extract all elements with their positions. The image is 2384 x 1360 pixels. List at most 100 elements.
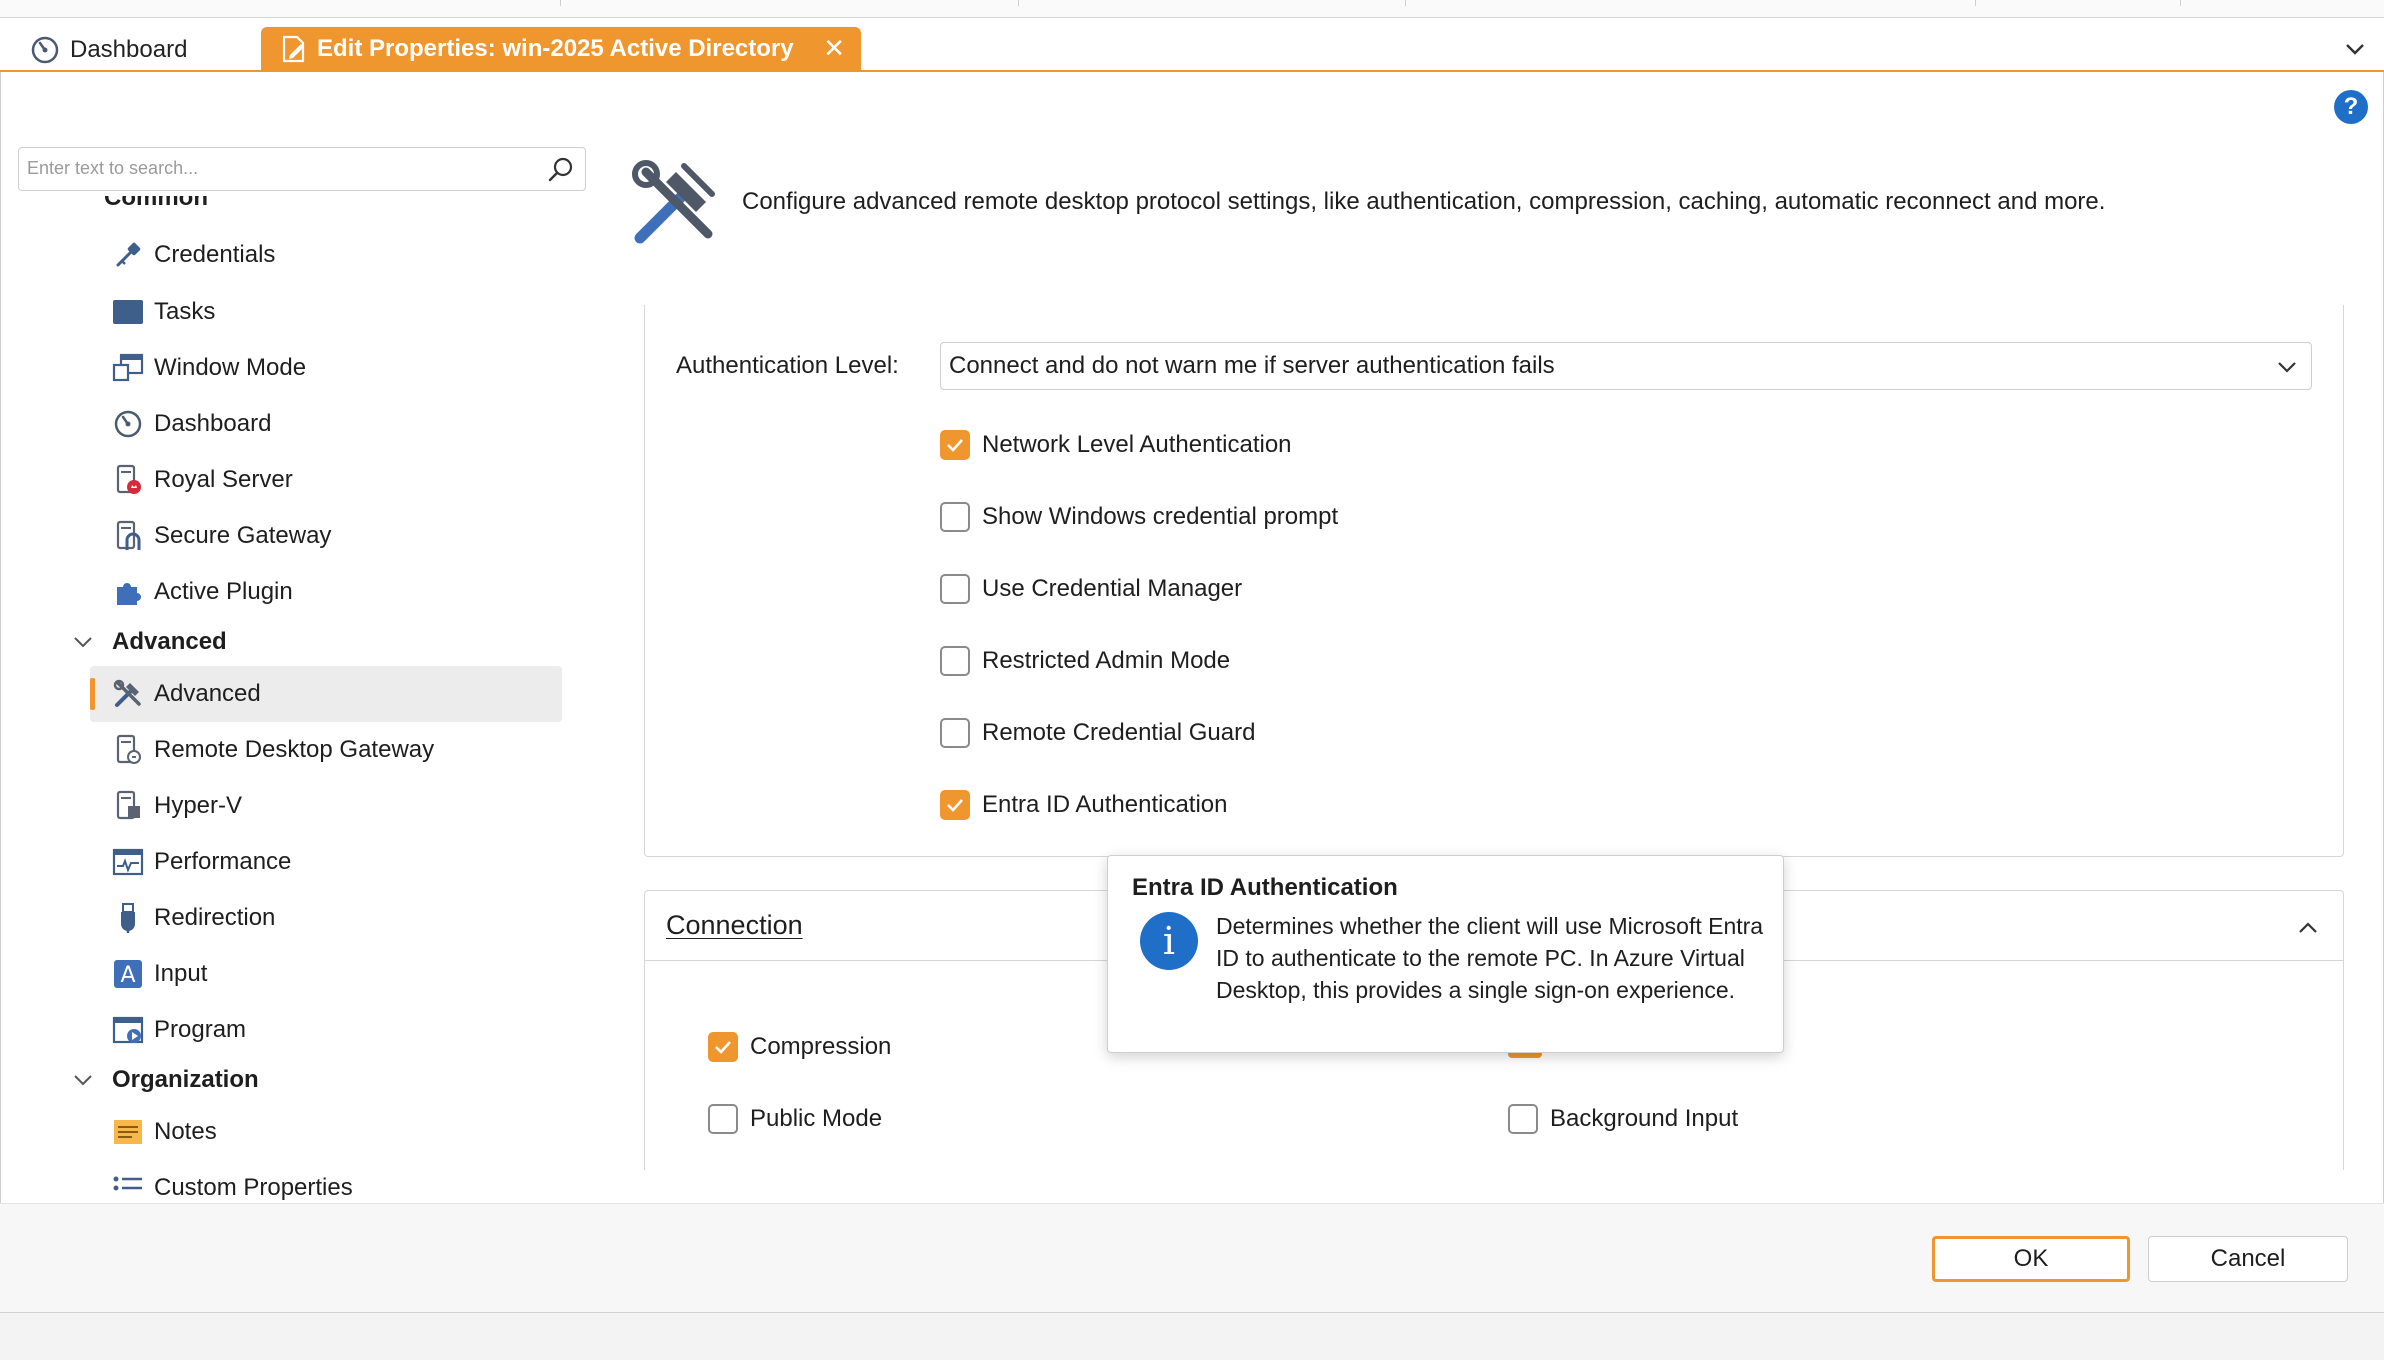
- credential-manager-row[interactable]: Use Credential Manager: [940, 569, 1242, 609]
- tree-group-label: Common: [104, 196, 208, 211]
- compression-checkbox[interactable]: [708, 1032, 738, 1062]
- tree-item-label: Royal Server: [154, 466, 293, 493]
- document-edit-icon: [282, 35, 305, 62]
- tree-item-remote-desktop-gateway[interactable]: Remote Desktop Gateway: [112, 730, 434, 770]
- tree-group-advanced[interactable]: Advanced: [72, 622, 227, 662]
- tasks-icon: [112, 296, 144, 328]
- checkbox-label: Remote Credential Guard: [982, 719, 1256, 746]
- restricted-admin-row[interactable]: Restricted Admin Mode: [940, 641, 1230, 681]
- close-tab-icon[interactable]: ✕: [823, 33, 845, 64]
- tree-item-label: Performance: [154, 848, 292, 875]
- entra-id-tooltip: Entra ID Authentication i Determines whe…: [1107, 855, 1784, 1053]
- auth-level-select[interactable]: Connect and do not warn me if server aut…: [940, 342, 2312, 390]
- secure-gateway-icon: [112, 520, 144, 552]
- remote-credential-guard-checkbox[interactable]: [940, 718, 970, 748]
- chevron-down-icon: [2278, 362, 2296, 373]
- checkbox-label: Compression: [750, 1033, 892, 1060]
- windows-credential-prompt-checkbox[interactable]: [940, 502, 970, 532]
- strip-divider: [560, 0, 561, 6]
- checkbox-label: Restricted Admin Mode: [982, 647, 1231, 674]
- search-icon[interactable]: [547, 156, 575, 184]
- compression-row[interactable]: Compression: [708, 1027, 891, 1067]
- tree-item-label: Dashboard: [154, 410, 272, 437]
- tab-bar: Dashboard Edit Properties: win-2025 Acti…: [0, 18, 2384, 72]
- plugin-icon: [112, 576, 144, 608]
- tree-item-notes[interactable]: Notes: [112, 1112, 217, 1152]
- tree-item-performance[interactable]: Performance: [112, 842, 291, 882]
- entra-id-row[interactable]: Entra ID Authentication: [940, 785, 1227, 825]
- tree-item-tasks[interactable]: Tasks: [112, 292, 215, 332]
- windows-credential-prompt-row[interactable]: Show Windows credential prompt: [940, 497, 1338, 537]
- tree-item-label: Remote Desktop Gateway: [154, 736, 435, 763]
- search-input[interactable]: [19, 148, 519, 188]
- tree-item-window-mode[interactable]: Window Mode: [112, 348, 306, 388]
- checkbox-label: Entra ID Authentication: [982, 791, 1228, 818]
- credential-manager-checkbox[interactable]: [940, 574, 970, 604]
- performance-icon: [112, 846, 144, 878]
- tree-item-custom-properties[interactable]: Custom Properties: [112, 1168, 353, 1204]
- tooltip-text: Determines whether the client will use M…: [1216, 913, 1764, 1003]
- tree-item-label: Notes: [154, 1118, 217, 1145]
- tree-item-label: Custom Properties: [154, 1174, 353, 1201]
- cancel-button[interactable]: Cancel: [2148, 1236, 2348, 1282]
- auth-level-value: Connect and do not warn me if server aut…: [949, 352, 1555, 379]
- tree-item-royal-server[interactable]: Royal Server: [112, 460, 293, 500]
- tree-item-redirection[interactable]: Redirection: [112, 898, 275, 938]
- checkbox-label: Use Credential Manager: [982, 575, 1243, 602]
- chevron-down-icon[interactable]: [72, 631, 94, 653]
- strip-divider: [2180, 0, 2181, 6]
- ok-button[interactable]: OK: [1932, 1236, 2130, 1282]
- public-mode-row[interactable]: Public Mode: [708, 1099, 882, 1139]
- tree-item-label: Window Mode: [154, 354, 307, 381]
- restricted-admin-checkbox[interactable]: [940, 646, 970, 676]
- nla-checkbox-row[interactable]: Network Level Authentication: [940, 425, 1292, 465]
- connection-title: Connection: [666, 910, 803, 940]
- chevron-up-icon[interactable]: [2294, 914, 2322, 942]
- tree-item-credentials[interactable]: Credentials: [112, 235, 275, 275]
- svg-text:A: A: [120, 963, 135, 988]
- remote-credential-guard-row[interactable]: Remote Credential Guard: [940, 713, 1255, 753]
- background-input-checkbox[interactable]: [1508, 1104, 1538, 1134]
- entra-id-checkbox[interactable]: [940, 790, 970, 820]
- dashboard-icon: [31, 36, 59, 64]
- tree-item-label: Credentials: [154, 241, 276, 268]
- input-icon: A: [112, 958, 144, 990]
- tree-item-label: Hyper-V: [154, 792, 243, 819]
- tree-item-label: Advanced: [154, 680, 261, 707]
- tree-item-label: Tasks: [154, 298, 216, 325]
- tooltip-title: Entra ID Authentication: [1132, 874, 1398, 901]
- rd-gateway-icon: [112, 734, 144, 766]
- notes-icon: [112, 1116, 144, 1148]
- hyper-v-icon: [112, 790, 144, 822]
- help-icon[interactable]: ?: [2334, 90, 2368, 124]
- tree-item-secure-gateway[interactable]: Secure Gateway: [112, 516, 331, 556]
- tree-group-label: Organization: [112, 1066, 259, 1093]
- key-icon: [112, 239, 144, 271]
- tree-item-advanced[interactable]: Advanced: [112, 674, 261, 714]
- checkbox-label: Public Mode: [750, 1105, 883, 1132]
- tree-group-organization[interactable]: Organization: [72, 1060, 259, 1100]
- tab-dashboard[interactable]: Dashboard: [30, 28, 187, 72]
- tree-item-program[interactable]: Program: [112, 1010, 246, 1050]
- tree-group-common[interactable]: Common: [104, 196, 208, 218]
- program-icon: [112, 1014, 144, 1046]
- tab-dashboard-label: Dashboard: [70, 36, 188, 63]
- info-icon: i: [1140, 912, 1198, 970]
- tree-item-dashboard[interactable]: Dashboard: [112, 404, 271, 444]
- redirection-icon: [112, 902, 144, 934]
- tree-item-label: Active Plugin: [154, 578, 293, 605]
- nla-checkbox[interactable]: [940, 430, 970, 460]
- tab-edit-label: Edit Properties: win-2025 Active Directo…: [317, 34, 794, 62]
- tab-overflow-chevron-icon[interactable]: [2340, 34, 2370, 64]
- checkbox-label: Network Level Authentication: [982, 431, 1292, 458]
- tree-item-active-plugin[interactable]: Active Plugin: [112, 572, 293, 612]
- chevron-down-icon[interactable]: [72, 1069, 94, 1091]
- search-box: [18, 147, 586, 191]
- selection-indicator: [90, 678, 95, 710]
- tab-edit-properties[interactable]: Edit Properties: win-2025 Active Directo…: [261, 27, 861, 70]
- tree-item-hyper-v[interactable]: Hyper-V: [112, 786, 242, 826]
- tree-item-input[interactable]: A Input: [112, 954, 207, 994]
- public-mode-checkbox[interactable]: [708, 1104, 738, 1134]
- tree-item-label: Redirection: [154, 904, 276, 931]
- background-input-row[interactable]: Background Input: [1508, 1099, 1738, 1139]
